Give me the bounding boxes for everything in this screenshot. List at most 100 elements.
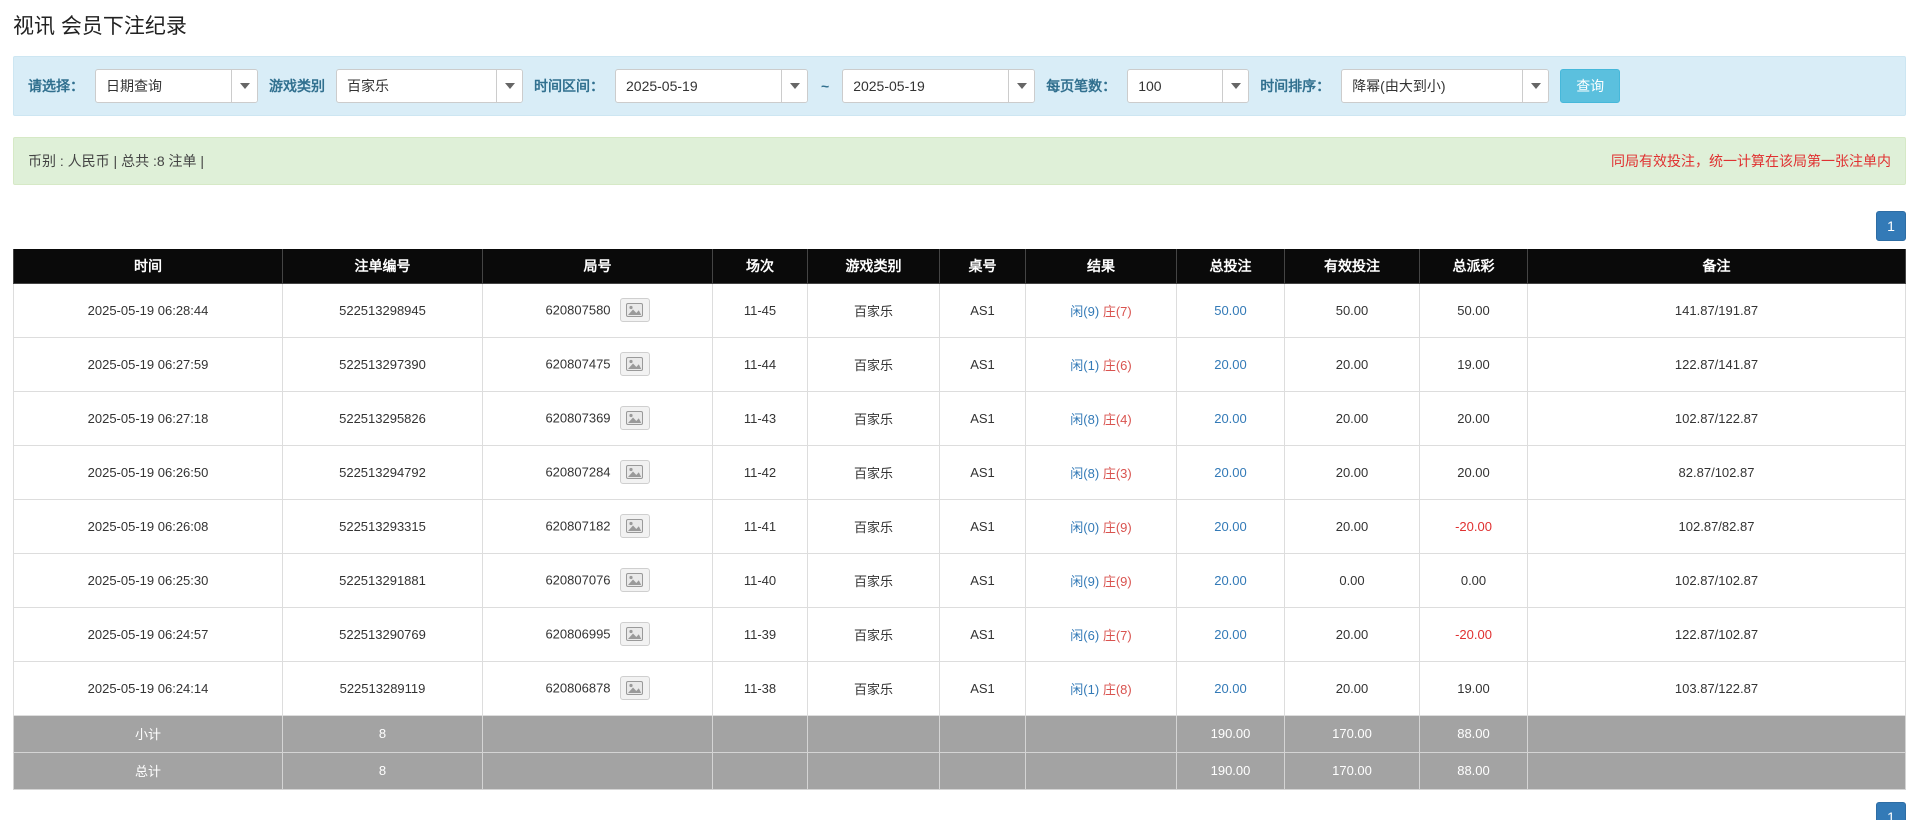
cell-bet-no: 522513297390 [282, 336, 483, 392]
cell-total-bet: 20.00 [1176, 552, 1285, 608]
game-type-select[interactable]: 百家乐 [336, 69, 523, 103]
round-media-button[interactable] [619, 514, 650, 538]
cell-time: 2025-05-19 06:28:44 [13, 282, 283, 338]
col-result: 结果 [1025, 249, 1177, 284]
date-type-select[interactable]: 日期查询 [95, 69, 258, 103]
cell-payout: 20.00 [1419, 444, 1528, 500]
time-sort-select[interactable]: 降幂(由大到小) [1341, 69, 1550, 103]
result-banker: 庄(9) [1102, 573, 1132, 589]
subtotal-total-bet: 190.00 [1176, 714, 1285, 753]
col-payout: 总派彩 [1419, 249, 1528, 284]
date-from-dropdown-button[interactable] [781, 70, 807, 102]
col-remark: 备注 [1527, 249, 1906, 284]
date-to-dropdown-button[interactable] [1008, 70, 1035, 102]
cell-result: 闲(8) 庄(4) [1025, 390, 1177, 446]
date-to-value: 2025-05-19 [853, 78, 925, 94]
total-bet-link[interactable]: 20.00 [1214, 627, 1247, 642]
table-row: 2025-05-19 06:25:30 522513291881 620807076… [13, 552, 1906, 608]
table-row: 2025-05-19 06:26:08 522513293315 620807182… [13, 498, 1906, 554]
col-game-type: 游戏类别 [807, 249, 940, 284]
col-round-no: 局号 [482, 249, 713, 284]
game-type-dropdown-button[interactable] [496, 70, 522, 102]
cell-valid-bet: 20.00 [1284, 498, 1420, 554]
grand-total-valid-bet: 170.00 [1284, 751, 1420, 790]
cell-valid-bet: 20.00 [1284, 660, 1420, 716]
round-media-button[interactable] [619, 568, 650, 592]
game-type-label: 游戏类别 [269, 78, 325, 94]
cell-bet-no: 522513293315 [282, 498, 483, 554]
result-banker: 庄(7) [1102, 303, 1132, 319]
cell-payout: 19.00 [1419, 336, 1528, 392]
table-body: 2025-05-19 06:28:44 522513298945 620807580… [13, 282, 1906, 716]
cell-valid-bet: 20.00 [1284, 606, 1420, 662]
date-from-value: 2025-05-19 [626, 78, 698, 94]
col-session: 场次 [712, 249, 808, 284]
round-media-button[interactable] [619, 622, 650, 646]
cell-time: 2025-05-19 06:25:30 [13, 552, 283, 608]
date-type-label: 请选择： [28, 78, 84, 94]
round-media-button[interactable] [619, 460, 650, 484]
cell-table-no: AS1 [939, 660, 1026, 716]
round-media-button[interactable] [619, 676, 650, 700]
page-1-button[interactable]: 1 [1876, 801, 1906, 820]
chevron-down-icon [504, 83, 515, 89]
total-bet-link[interactable]: 20.00 [1214, 573, 1247, 588]
date-from-select[interactable]: 2025-05-19 [615, 69, 808, 103]
cell-payout: 20.00 [1419, 390, 1528, 446]
round-media-button[interactable] [619, 352, 650, 376]
cell-time: 2025-05-19 06:24:57 [13, 606, 283, 662]
cell-valid-bet: 20.00 [1284, 390, 1420, 446]
cell-result: 闲(8) 庄(3) [1025, 444, 1177, 500]
cell-total-bet: 20.00 [1176, 444, 1285, 500]
cell-round-no: 620807182 [482, 498, 713, 554]
cell-payout: -20.00 [1419, 498, 1528, 554]
summary-bar: 币别 : 人民币 | 总共 :8 注单 | 同局有效投注，统一计算在该局第一张注… [13, 137, 1906, 185]
game-type-value: 百家乐 [347, 78, 389, 94]
total-bet-link[interactable]: 20.00 [1214, 411, 1247, 426]
cell-table-no: AS1 [939, 282, 1026, 338]
cell-bet-no: 522513289119 [282, 660, 483, 716]
cell-result: 闲(9) 庄(9) [1025, 552, 1177, 608]
cell-session: 11-43 [712, 390, 808, 446]
date-type-dropdown-button[interactable] [231, 70, 257, 102]
cell-remark: 82.87/102.87 [1527, 444, 1906, 500]
image-icon [626, 573, 644, 587]
image-icon [626, 357, 644, 371]
result-banker: 庄(4) [1102, 411, 1132, 427]
round-media-button[interactable] [619, 298, 650, 322]
result-player: 闲(8) [1070, 465, 1100, 481]
cell-remark: 103.87/122.87 [1527, 660, 1906, 716]
time-sort-dropdown-button[interactable] [1522, 70, 1549, 102]
page-size-select[interactable]: 100 [1127, 69, 1250, 103]
date-to-select[interactable]: 2025-05-19 [842, 69, 1036, 103]
total-bet-link[interactable]: 20.00 [1214, 465, 1247, 480]
cell-remark: 141.87/191.87 [1527, 282, 1906, 338]
col-bet-no: 注单编号 [282, 249, 483, 284]
total-bet-link[interactable]: 20.00 [1214, 681, 1247, 696]
total-bet-link[interactable]: 20.00 [1214, 357, 1247, 372]
page-size-value: 100 [1138, 78, 1162, 94]
total-bet-link[interactable]: 50.00 [1214, 303, 1247, 318]
cell-round-no: 620806878 [482, 660, 713, 716]
subtotal-payout: 88.00 [1419, 714, 1528, 753]
cell-round-no: 620807284 [482, 444, 713, 500]
cell-game-type: 百家乐 [807, 498, 940, 554]
search-button[interactable]: 查询 [1560, 69, 1621, 103]
round-media-button[interactable] [619, 406, 650, 430]
cell-session: 11-45 [712, 282, 808, 338]
page-size-dropdown-button[interactable] [1222, 70, 1249, 102]
time-range-label: 时间区间： [534, 78, 604, 94]
grand-total-count: 8 [282, 751, 483, 790]
cell-payout: 19.00 [1419, 660, 1528, 716]
cell-payout: -20.00 [1419, 606, 1528, 662]
result-banker: 庄(6) [1102, 357, 1132, 373]
page-1-button[interactable]: 1 [1876, 211, 1906, 241]
total-bet-link[interactable]: 20.00 [1214, 519, 1247, 534]
result-banker: 庄(9) [1102, 519, 1132, 535]
grand-total-row: 总计 8 190.00 170.00 88.00 [13, 751, 1906, 790]
cell-round-no: 620807076 [482, 552, 713, 608]
cell-game-type: 百家乐 [807, 282, 940, 338]
date-type-value: 日期查询 [106, 78, 162, 94]
chevron-down-icon [789, 83, 800, 89]
subtotal-valid-bet: 170.00 [1284, 714, 1420, 753]
